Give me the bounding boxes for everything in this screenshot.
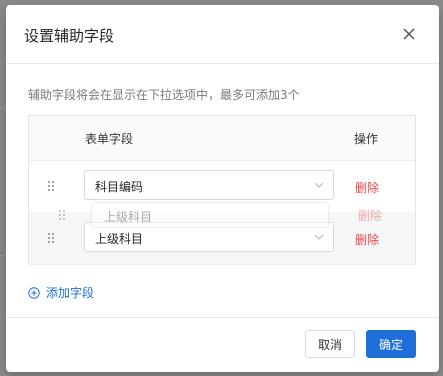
drag-ghost-row: 上级科目 删除 [36, 202, 412, 232]
drag-handle-icon [59, 210, 65, 220]
chevron-down-icon [314, 234, 324, 240]
drag-handle-icon[interactable] [47, 232, 55, 244]
add-field-button[interactable]: 添加字段 [28, 284, 94, 301]
confirm-button[interactable]: 确定 [366, 330, 416, 358]
ghost-field-value: 上级科目 [104, 210, 153, 224]
ghost-field-select: 上级科目 [91, 202, 329, 228]
field-select-value: 上级科目 [95, 232, 144, 246]
dialog-title: 设置辅助字段 [24, 27, 115, 45]
dialog-description: 辅助字段将会在显示在下拉选项中，最多可添加3个 [28, 88, 300, 102]
delete-button[interactable]: 删除 [355, 179, 379, 196]
chevron-down-icon [314, 182, 324, 188]
dialog: 设置辅助字段 辅助字段将会在显示在下拉选项中，最多可添加3个 表单字段 操作 科… [6, 5, 439, 372]
close-button[interactable] [397, 22, 421, 46]
ghost-delete-label: 删除 [358, 209, 383, 223]
delete-button[interactable]: 删除 [355, 231, 379, 248]
dialog-header: 设置辅助字段 [6, 5, 439, 64]
cancel-button[interactable]: 取消 [305, 330, 355, 358]
close-icon [403, 28, 415, 40]
plus-circle-icon [28, 286, 40, 299]
drag-handle-icon[interactable] [47, 180, 55, 192]
table-header: 表单字段 操作 [29, 116, 415, 161]
field-select-value: 科目编码 [95, 180, 144, 194]
column-header-action: 操作 [354, 132, 379, 146]
field-select[interactable]: 科目编码 [84, 170, 334, 200]
dialog-footer: 取消 确定 [6, 317, 439, 372]
fields-table: 表单字段 操作 科目编码 删除 上级科目 删除 [28, 115, 416, 265]
column-header-field: 表单字段 [85, 132, 134, 146]
add-field-label: 添加字段 [46, 286, 95, 300]
